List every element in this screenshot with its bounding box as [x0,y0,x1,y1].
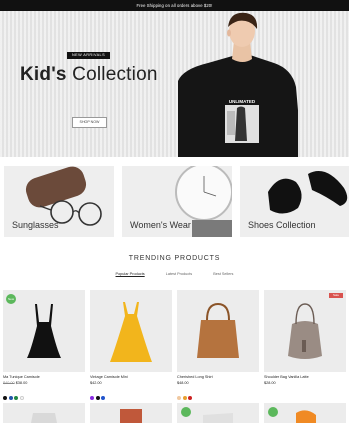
product-current-price: $38.00 [15,381,28,385]
category-label: Shoes Collection [248,220,316,230]
slider-dots [161,150,193,157]
product-name[interactable]: Shoulder Bag Vanilla Latte [264,375,309,379]
product-card[interactable]: New Ma Tunique Camisole $40.00 $38.00 [3,290,85,400]
product-card[interactable]: Sale Shoulder Bag Vanilla Latte $28.00 [264,290,346,385]
product-image[interactable] [264,403,346,423]
announcement-text: Free Shipping on all orders above $20! [136,3,213,8]
product-tabs: Popular Products Latest Products Best Se… [0,272,349,276]
category-sunglasses[interactable]: Sunglasses [4,166,114,237]
product-image[interactable] [177,403,259,423]
swatch[interactable] [3,396,7,400]
tab-popular[interactable]: Popular Products [116,272,145,276]
swatch[interactable] [188,396,192,400]
hero-title-strong: Kid's [20,64,67,85]
section-title: TRENDING PRODUCTS [128,255,221,262]
shop-now-button[interactable]: SHOP NOW [72,117,107,128]
swatch[interactable] [8,396,13,400]
swatch[interactable] [19,396,24,400]
category-womens-wear[interactable]: Women's Wear [122,166,232,237]
swatch[interactable] [14,396,18,400]
product-old-price: $40.00 [3,381,15,385]
product-name[interactable]: Cherished Long Shirt [177,375,213,379]
product-card[interactable]: Vintage Camisole Mini $42.00 [90,290,172,400]
product-card[interactable] [3,403,85,423]
hero-slider: NEW ARRIVALS Kid's Collection SHOP NOW U… [0,11,349,157]
product-image[interactable]: Sale [264,290,346,372]
product-price: $48.00 [177,381,189,385]
product-image[interactable] [177,290,259,372]
product-name[interactable]: Vintage Camisole Mini [90,375,128,379]
product-card[interactable]: Cherished Long Shirt $48.00 [177,290,259,400]
hero-title: Kid's Collection [20,64,158,86]
category-label: Sunglasses [12,220,59,230]
hero-badge: NEW ARRIVALS [67,52,111,59]
hero-title-rest: Collection [66,64,158,85]
swatch[interactable] [90,396,94,400]
product-card[interactable] [264,403,346,423]
sale-badge: Sale [329,293,343,298]
product-image[interactable] [90,403,172,423]
product-image[interactable] [90,290,172,372]
category-shoes[interactable]: Shoes Collection [240,166,349,237]
swatch[interactable] [177,396,181,400]
hero-model-image: UNLIMATED [178,12,298,157]
product-card[interactable] [177,403,259,423]
swatch[interactable] [101,396,105,400]
new-badge: New [6,294,16,304]
swatch[interactable] [182,396,187,400]
tab-best-sellers[interactable]: Best Sellers [213,272,233,276]
tab-latest[interactable]: Latest Products [166,272,192,276]
category-banners: Sunglasses Women's Wear Shoes Collection [0,166,349,237]
product-card[interactable] [90,403,172,423]
product-price: $40.00 $38.00 [3,381,27,385]
product-price: $42.00 [90,381,102,385]
shirt-print-text: UNLIMATED [229,99,256,104]
swatch[interactable] [95,396,100,400]
category-label: Women's Wear [130,220,191,230]
announcement-bar: Free Shipping on all orders above $20! [0,0,349,11]
product-image[interactable] [3,403,85,423]
product-image[interactable]: New [3,290,85,372]
product-name[interactable]: Ma Tunique Camisole [3,375,40,379]
product-price: $28.00 [264,381,276,385]
